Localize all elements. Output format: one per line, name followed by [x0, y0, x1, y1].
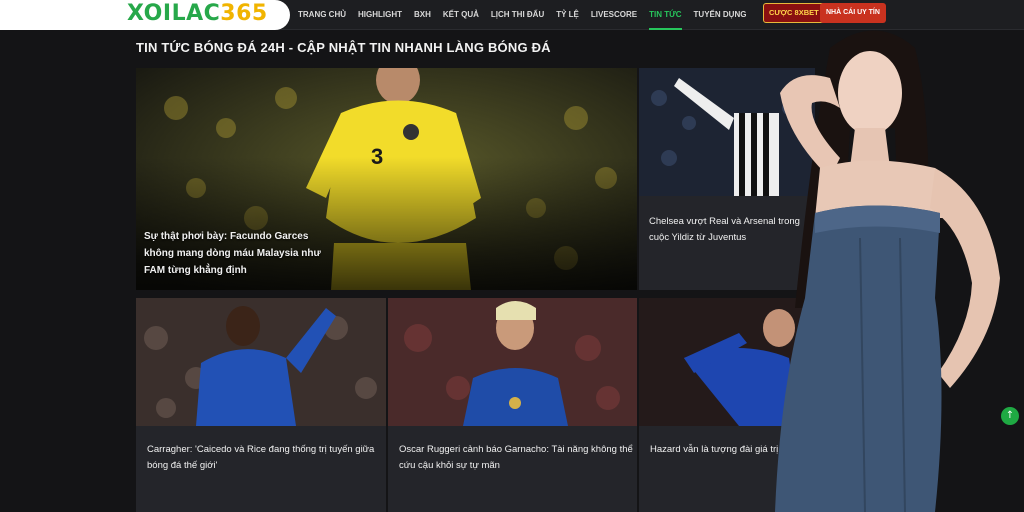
featured-news-card[interactable]: 3 Sự thật phơi bày: Facundo Garces không…: [136, 68, 637, 290]
news-card-2[interactable]: Oscar Ruggeri cảnh báo Garnacho: Tài năn…: [388, 298, 637, 512]
nav-item-tin-tuc[interactable]: TIN TỨC: [649, 0, 682, 30]
nav-item-livescore[interactable]: LIVESCORE: [591, 0, 637, 30]
page-title: TIN TỨC BÓNG ĐÁ 24H - CẬP NHẬT TIN NHANH…: [136, 40, 551, 55]
nav-item-lich-thi-dau[interactable]: LỊCH THI ĐẤU: [491, 0, 544, 30]
nav-item-ket-qua[interactable]: KẾT QUẢ: [443, 0, 479, 30]
nav-item-bxh[interactable]: BXH: [414, 0, 431, 30]
logo-text-primary: XOILAC: [127, 1, 221, 26]
main-nav: TRANG CHỦ HIGHLIGHT BXH KẾT QUẢ LỊCH THI…: [298, 0, 758, 30]
news-card-1-image: [136, 298, 386, 512]
arrow-up-icon[interactable]: ↑: [1001, 407, 1019, 425]
promo-model-figure: [775, 30, 1000, 512]
logo-text-secondary: 365: [220, 1, 268, 26]
nav-item-ty-le[interactable]: TỶ LỆ: [556, 0, 579, 30]
site-logo[interactable]: XOILAC365: [127, 1, 268, 27]
news-card-2-headline[interactable]: Oscar Ruggeri cảnh báo Garnacho: Tài năn…: [399, 442, 634, 474]
featured-news-headline[interactable]: Sự thật phơi bày: Facundo Garces không m…: [144, 228, 334, 279]
news-card-1[interactable]: Carragher: 'Caicedo và Rice đang thống t…: [136, 298, 386, 512]
nav-item-highlight[interactable]: HIGHLIGHT: [358, 0, 402, 30]
news-card-1-headline[interactable]: Carragher: 'Caicedo và Rice đang thống t…: [147, 442, 382, 474]
logo-container[interactable]: XOILAC365: [0, 0, 290, 30]
news-card-2-image: [388, 298, 637, 512]
nav-item-trang-chu[interactable]: TRANG CHỦ: [298, 0, 346, 30]
